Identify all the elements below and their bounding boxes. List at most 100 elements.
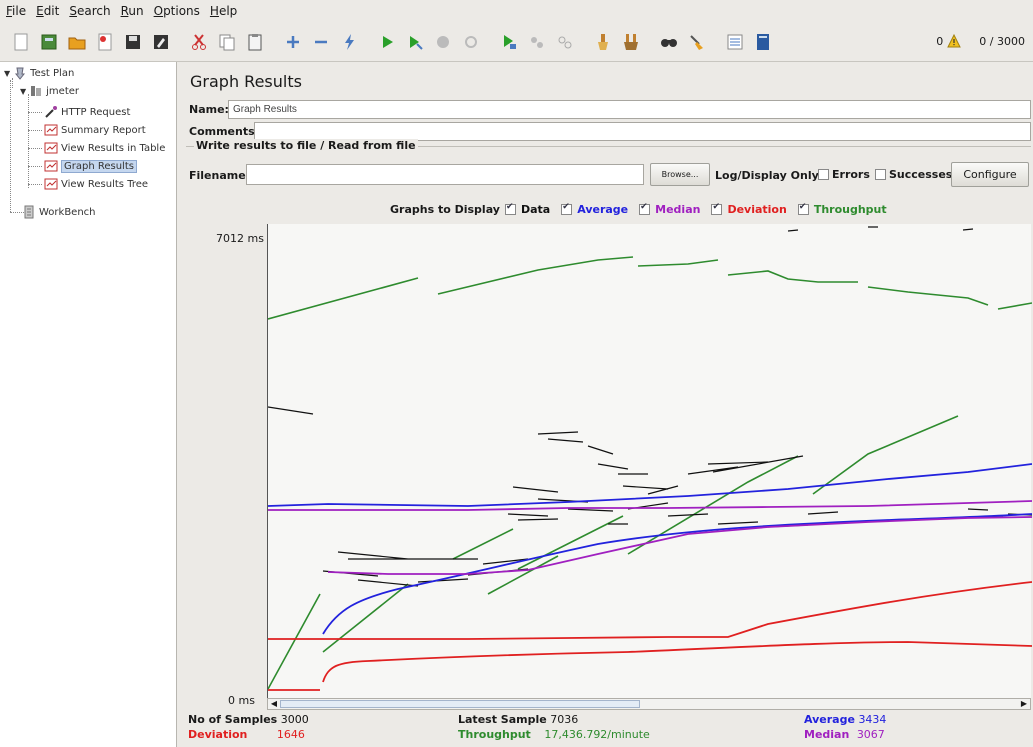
tree-node-workbench[interactable]: WorkBench (22, 203, 96, 221)
tree-node-jmeter[interactable]: ▼ jmeter (20, 82, 79, 100)
comments-label: Comments: (189, 125, 260, 138)
successes-checkbox-box[interactable] (875, 169, 886, 180)
errors-checkbox-box[interactable] (818, 169, 829, 180)
successes-checkbox[interactable]: Successes (875, 168, 952, 181)
throughput-stat-value: 17,436.792/minute (544, 728, 650, 741)
clear-icon[interactable] (592, 31, 614, 53)
tree-node-http-request[interactable]: HTTP Request (44, 103, 130, 121)
scroll-left-icon[interactable]: ◀ (269, 699, 279, 709)
menu-file[interactable]: File (6, 4, 26, 18)
stop-icon[interactable] (432, 31, 454, 53)
median-stat-value: 3067 (856, 728, 885, 741)
remote-stop-icon[interactable] (526, 31, 548, 53)
listener-icon (44, 160, 58, 172)
tree-node-test-plan[interactable]: ▼ Test Plan (4, 64, 74, 82)
listener-icon (44, 178, 58, 190)
throughput-checkbox[interactable] (797, 202, 809, 215)
median-stat: Median 3067 (804, 728, 885, 741)
warning-icon[interactable] (947, 34, 962, 48)
thread-group-icon (31, 86, 42, 96)
graph-results-panel: Graph Results Name: Comments: Write resu… (178, 62, 1033, 747)
page-title: Graph Results (190, 72, 302, 91)
latest-sample-stat: Latest Sample 7036 (458, 713, 578, 726)
throughput-line (268, 256, 1032, 690)
tree-node-view-results-table[interactable]: View Results in Table (44, 139, 165, 157)
filename-label: Filename (189, 169, 246, 182)
name-label: Name: (189, 103, 229, 116)
reset-search-icon[interactable] (686, 31, 708, 53)
name-field[interactable] (228, 100, 1031, 119)
start-no-pauses-icon[interactable] (404, 31, 426, 53)
errors-checkbox[interactable]: Errors (818, 168, 870, 181)
test-plan-tree: ▼ Test Plan ▼ jmeter HTTP Request Summar… (0, 62, 177, 747)
scrollbar-thumb[interactable] (280, 700, 640, 708)
average-stat: Average 3434 (804, 713, 886, 726)
function-helper-icon[interactable] (724, 31, 746, 53)
y-axis-min-label: 0 ms (228, 694, 255, 707)
copy-icon[interactable] (216, 31, 238, 53)
log-display-label: Log/Display Only: (715, 169, 824, 182)
data-checkbox[interactable] (504, 202, 516, 215)
cut-icon[interactable] (188, 31, 210, 53)
expand-all-icon[interactable] (282, 31, 304, 53)
templates-icon[interactable] (38, 31, 60, 53)
menu-edit[interactable]: Edit (36, 4, 59, 18)
deviation-line (268, 581, 1032, 691)
menu-options[interactable]: Options (154, 4, 200, 18)
menu-help[interactable]: Help (210, 4, 237, 18)
pipette-icon (45, 106, 57, 118)
results-graph-canvas (268, 226, 1032, 691)
latest-sample-value: 7036 (550, 713, 579, 726)
average-line (268, 463, 1032, 635)
deviation-checkbox[interactable] (711, 202, 723, 215)
successes-label: Successes (889, 168, 953, 181)
open-icon[interactable] (66, 31, 88, 53)
test-plan-icon (15, 67, 26, 80)
remote-shutdown-icon[interactable] (554, 31, 576, 53)
expand-toggle-icon[interactable]: ▼ (4, 69, 10, 78)
scroll-right-icon[interactable]: ▶ (1019, 699, 1029, 709)
expand-toggle-icon[interactable]: ▼ (20, 87, 26, 96)
workbench-icon (24, 205, 34, 219)
save-as-icon[interactable] (150, 31, 172, 53)
deviation-stat-value: 1646 (276, 728, 305, 741)
average-checkbox[interactable] (561, 202, 573, 215)
save-icon[interactable] (122, 31, 144, 53)
search-icon[interactable] (658, 31, 680, 53)
open-recent-icon[interactable] (94, 31, 116, 53)
y-axis-max-label: 7012 ms (216, 232, 264, 245)
average-stat-label: Average (804, 713, 855, 726)
median-checkbox[interactable] (639, 202, 651, 215)
tree-node-summary-report[interactable]: Summary Report (44, 121, 146, 139)
help-icon[interactable] (752, 31, 774, 53)
menu-search[interactable]: Search (69, 4, 110, 18)
file-group-legend: Write results to file / Read from file (194, 139, 418, 152)
filename-field[interactable] (246, 164, 644, 185)
clear-all-icon[interactable] (620, 31, 642, 53)
remote-start-icon[interactable] (498, 31, 520, 53)
throughput-stat-label: Throughput (458, 728, 531, 741)
toggle-icon[interactable] (338, 31, 360, 53)
new-icon[interactable] (10, 31, 32, 53)
configure-button[interactable]: Configure (951, 162, 1029, 187)
listener-icon (44, 124, 58, 136)
average-stat-value: 3434 (858, 713, 887, 726)
thread-status: 0 / 3000 (979, 34, 1025, 48)
median-stat-label: Median (804, 728, 850, 741)
average-toggle-label: Average (577, 203, 629, 216)
start-icon[interactable] (376, 31, 398, 53)
collapse-all-icon[interactable] (310, 31, 332, 53)
paste-icon[interactable] (244, 31, 266, 53)
tree-node-view-results-tree[interactable]: View Results Tree (44, 175, 148, 193)
errors-label: Errors (832, 168, 870, 181)
no-of-samples-value: 3000 (280, 713, 309, 726)
no-of-samples-label: No of Samples (188, 713, 278, 726)
no-of-samples-stat: No of Samples 3000 (188, 713, 309, 726)
graph-horizontal-scrollbar[interactable]: ◀ ▶ (267, 698, 1031, 710)
shutdown-icon[interactable] (460, 31, 482, 53)
browse-button[interactable]: Browse... (650, 163, 710, 186)
warning-count: 0 (936, 34, 944, 48)
listener-icon (44, 142, 58, 154)
menu-run[interactable]: Run (121, 4, 144, 18)
tree-node-graph-results[interactable]: Graph Results (44, 157, 137, 175)
